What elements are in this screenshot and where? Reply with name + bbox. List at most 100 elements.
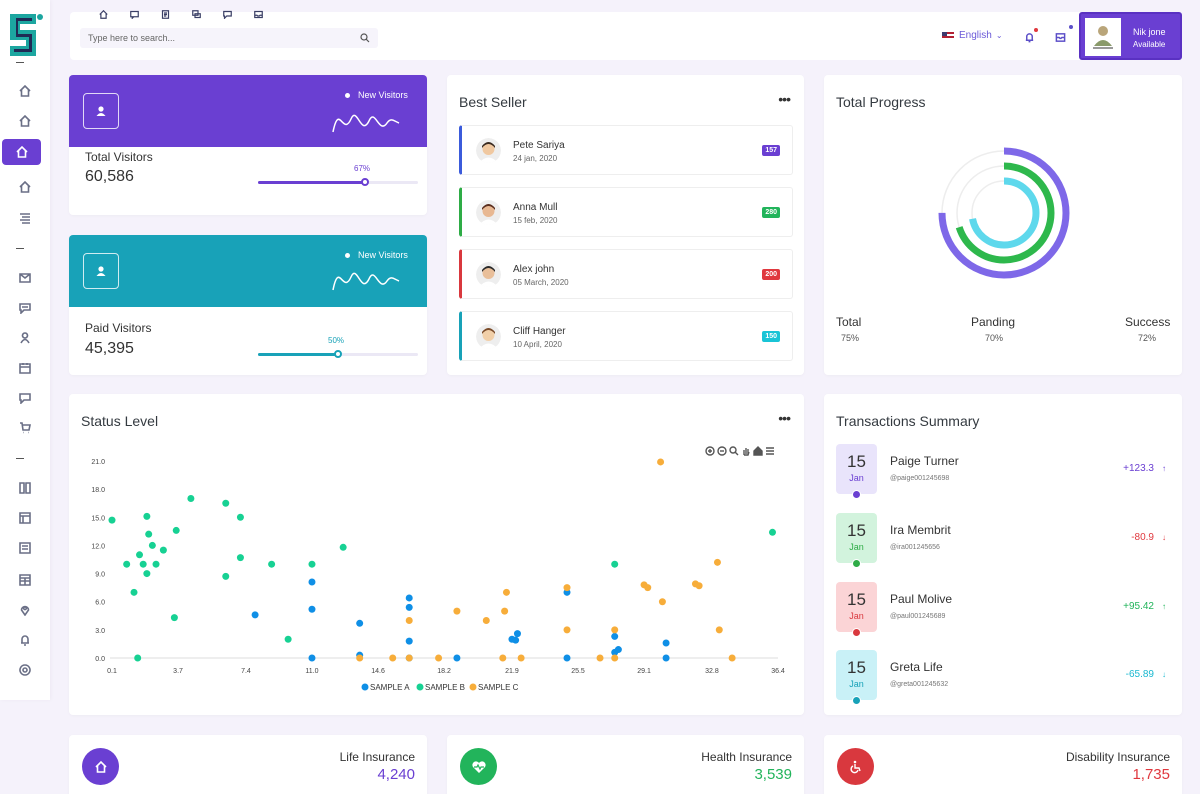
transaction-name[interactable]: Paige Turner xyxy=(890,454,959,468)
scatter-point-sample-b[interactable] xyxy=(108,516,116,524)
chat-icon[interactable] xyxy=(181,6,212,22)
sidebar-item-list[interactable] xyxy=(0,205,50,231)
sidebar-item-home[interactable] xyxy=(0,78,50,104)
sidebar-item-user[interactable] xyxy=(0,325,50,351)
scatter-point-sample-b[interactable] xyxy=(145,530,153,538)
scatter-point-sample-a[interactable] xyxy=(563,654,571,662)
scatter-point-sample-b[interactable] xyxy=(130,588,138,596)
scatter-point-sample-c[interactable] xyxy=(405,616,413,624)
scatter-point-sample-c[interactable] xyxy=(657,458,665,466)
search-icon[interactable] xyxy=(360,33,370,43)
search-input[interactable] xyxy=(80,28,378,48)
scatter-point-sample-a[interactable] xyxy=(308,578,316,586)
sidebar-item-home[interactable] xyxy=(2,139,41,165)
document-icon[interactable] xyxy=(150,6,181,22)
scatter-point-sample-b[interactable] xyxy=(187,495,195,503)
scatter-point-sample-c[interactable] xyxy=(405,654,413,662)
sidebar-item-table[interactable] xyxy=(0,567,50,593)
scatter-point-sample-a[interactable] xyxy=(308,654,316,662)
brand-logo[interactable] xyxy=(6,10,46,60)
scatter-point-sample-a[interactable] xyxy=(453,654,461,662)
visitors-progress-knob[interactable] xyxy=(334,350,342,358)
inbox-button[interactable] xyxy=(1055,30,1067,42)
visitors-progress-knob[interactable] xyxy=(361,178,370,186)
scatter-point-sample-c[interactable] xyxy=(611,626,619,634)
sidebar-item-map-pin[interactable] xyxy=(0,597,50,623)
scatter-point-sample-c[interactable] xyxy=(482,616,490,624)
scatter-point-sample-a[interactable] xyxy=(356,619,364,627)
sidebar-item-calendar[interactable] xyxy=(0,355,50,381)
scatter-point-sample-b[interactable] xyxy=(222,499,230,507)
sidebar-item-mail[interactable] xyxy=(0,265,50,291)
scatter-point-sample-c[interactable] xyxy=(563,626,571,634)
scatter-point-sample-c[interactable] xyxy=(644,584,652,592)
legend-label[interactable]: SAMPLE A xyxy=(370,683,410,692)
scatter-point-sample-b[interactable] xyxy=(139,560,147,568)
scatter-point-sample-b[interactable] xyxy=(143,570,151,578)
list-item[interactable]: Anna Mull 15 feb, 2020 280 xyxy=(459,187,793,237)
sidebar-item-form[interactable] xyxy=(0,535,50,561)
sidebar-item-circle[interactable] xyxy=(0,657,50,683)
scatter-point-sample-c[interactable] xyxy=(611,654,619,662)
home-icon[interactable] xyxy=(88,6,119,22)
scatter-point-sample-c[interactable] xyxy=(499,654,507,662)
scatter-point-sample-a[interactable] xyxy=(662,639,670,647)
scatter-point-sample-b[interactable] xyxy=(159,546,167,554)
scatter-point-sample-b[interactable] xyxy=(308,560,316,568)
scatter-point-sample-b[interactable] xyxy=(768,528,776,536)
list-item[interactable]: Cliff Hanger 10 April, 2020 150 xyxy=(459,311,793,361)
scatter-point-sample-c[interactable] xyxy=(695,582,703,590)
scatter-point-sample-b[interactable] xyxy=(236,513,244,521)
scatter-point-sample-b[interactable] xyxy=(143,512,151,520)
scatter-point-sample-b[interactable] xyxy=(170,614,178,622)
list-item[interactable]: Pete Sariya 24 jan, 2020 157 xyxy=(459,125,793,175)
message-icon[interactable] xyxy=(119,6,150,22)
scatter-point-sample-b[interactable] xyxy=(172,526,180,534)
scatter-point-sample-c[interactable] xyxy=(596,654,604,662)
scatter-point-sample-c[interactable] xyxy=(389,654,397,662)
user-profile[interactable]: Nik jone Available xyxy=(1079,12,1182,60)
language-selector[interactable]: English ⌄ xyxy=(942,30,1003,41)
scatter-point-sample-b[interactable] xyxy=(236,554,244,562)
scatter-point-sample-c[interactable] xyxy=(356,654,364,662)
scatter-point-sample-a[interactable] xyxy=(405,603,413,611)
scatter-point-sample-c[interactable] xyxy=(453,607,461,615)
legend-label[interactable]: SAMPLE C xyxy=(478,683,519,692)
transaction-name[interactable]: Paul Molive xyxy=(890,592,952,606)
sidebar-item-home[interactable] xyxy=(0,108,50,134)
scatter-point-sample-c[interactable] xyxy=(728,654,736,662)
scatter-point-sample-a[interactable] xyxy=(614,646,622,654)
scatter-point-sample-b[interactable] xyxy=(136,551,144,559)
scatter-point-sample-c[interactable] xyxy=(658,598,666,606)
scatter-point-sample-a[interactable] xyxy=(513,630,521,638)
scatter-point-sample-b[interactable] xyxy=(148,541,156,549)
scatter-point-sample-b[interactable] xyxy=(222,572,230,580)
scatter-point-sample-b[interactable] xyxy=(611,560,619,568)
scatter-point-sample-a[interactable] xyxy=(308,605,316,613)
scatter-point-sample-b[interactable] xyxy=(123,560,131,568)
comment-icon[interactable] xyxy=(212,6,243,22)
list-item[interactable]: Alex john 05 March, 2020 200 xyxy=(459,249,793,299)
scatter-point-sample-b[interactable] xyxy=(339,543,347,551)
legend-label[interactable]: SAMPLE B xyxy=(425,683,465,692)
sidebar-item-bell[interactable] xyxy=(0,627,50,653)
sidebar-item-cart[interactable] xyxy=(0,415,50,441)
scatter-point-sample-c[interactable] xyxy=(502,588,510,596)
scatter-point-sample-c[interactable] xyxy=(715,626,723,634)
scatter-point-sample-a[interactable] xyxy=(405,594,413,602)
scatter-point-sample-a[interactable] xyxy=(611,632,619,640)
scatter-point-sample-c[interactable] xyxy=(713,558,721,566)
transaction-name[interactable]: Greta Life xyxy=(890,660,943,674)
scatter-point-sample-a[interactable] xyxy=(512,636,520,644)
inbox-icon[interactable] xyxy=(243,6,274,22)
more-options-icon[interactable]: ••• xyxy=(778,92,791,106)
sidebar-item-chat[interactable] xyxy=(0,295,50,321)
sidebar-item-layout[interactable] xyxy=(0,505,50,531)
sidebar-item-home[interactable] xyxy=(0,174,50,200)
scatter-point-sample-a[interactable] xyxy=(405,637,413,645)
scatter-point-sample-b[interactable] xyxy=(284,635,292,643)
transaction-name[interactable]: Ira Membrit xyxy=(890,523,951,537)
scatter-point-sample-b[interactable] xyxy=(134,654,142,662)
scatter-point-sample-c[interactable] xyxy=(501,607,509,615)
scatter-point-sample-a[interactable] xyxy=(662,654,670,662)
